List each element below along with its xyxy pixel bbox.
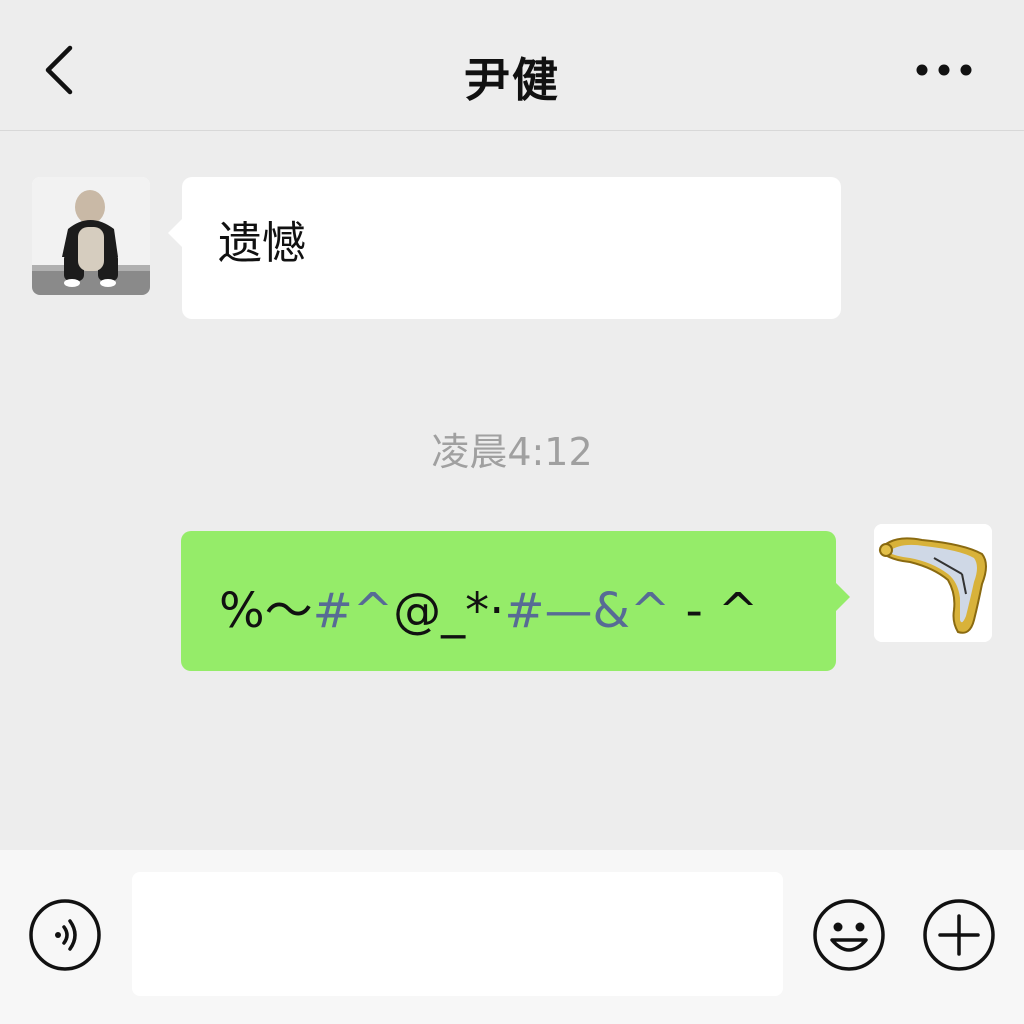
- outgoing-text-segment: %～: [219, 583, 313, 639]
- my-avatar[interactable]: [874, 524, 992, 642]
- outgoing-text-segment: - ^: [670, 583, 759, 639]
- outgoing-text-segment: #^: [312, 583, 394, 639]
- outgoing-message-bubble[interactable]: %～#^@_*·#—&^ - ^: [181, 531, 850, 671]
- emoji-icon: [813, 899, 885, 971]
- voice-button[interactable]: [28, 898, 102, 972]
- chat-header: 尹健: [0, 0, 1024, 131]
- outgoing-text-segment: #—&^: [504, 583, 671, 639]
- voice-icon: [29, 899, 101, 971]
- plus-icon: [923, 899, 995, 971]
- outgoing-message-text: %～#^@_*·#—&^ - ^: [219, 571, 758, 641]
- emoji-button[interactable]: [812, 898, 886, 972]
- chat-title: 尹健: [464, 53, 560, 107]
- incoming-message-text: 遗憾: [218, 218, 306, 269]
- contact-avatar[interactable]: [32, 177, 150, 295]
- plus-button[interactable]: [922, 898, 996, 972]
- input-bar: [0, 850, 1024, 1024]
- outgoing-text-segment: @_*·: [393, 583, 505, 639]
- chat-screen: 尹健 遗憾 凌晨4:12 %～#^@_*·#—&^ - ^: [0, 0, 1024, 1024]
- message-input[interactable]: [132, 872, 783, 996]
- melting-clock-image: [874, 524, 992, 642]
- back-button[interactable]: [36, 42, 86, 98]
- message-timestamp: 凌晨4:12: [431, 430, 593, 474]
- incoming-message-bubble[interactable]: 遗憾: [168, 177, 841, 319]
- chevron-left-icon: [45, 45, 73, 95]
- more-dots-icon: [916, 64, 972, 76]
- cat-person-photo: [32, 177, 150, 295]
- more-button[interactable]: [904, 50, 984, 90]
